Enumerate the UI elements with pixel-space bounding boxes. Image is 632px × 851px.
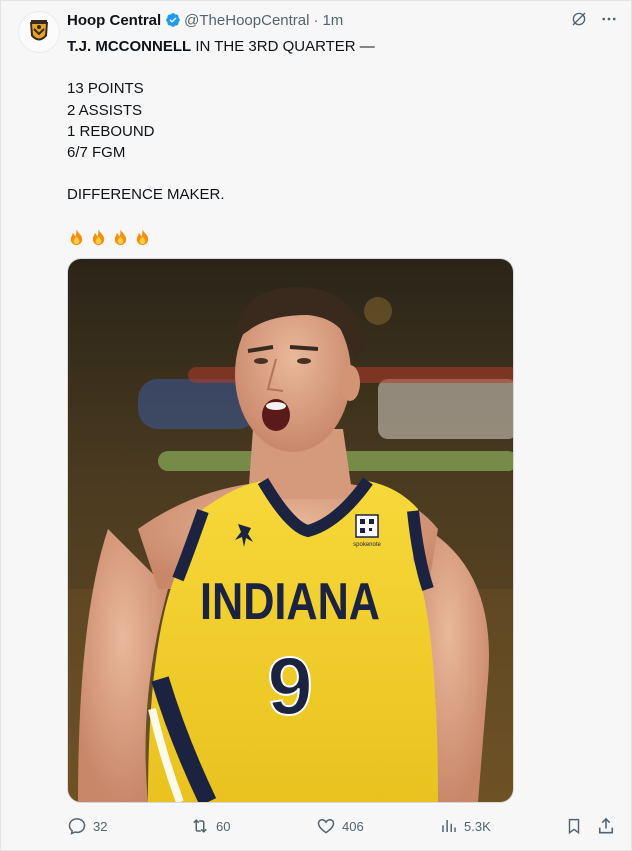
- more-options-icon[interactable]: [600, 10, 618, 28]
- tweet-media-photo[interactable]: spokenote 3Q INDIANA 9: [67, 258, 514, 803]
- author-handle[interactable]: @TheHoopCentral: [184, 12, 309, 29]
- jersey-number: 9: [267, 641, 313, 732]
- author-name[interactable]: Hoop Central: [67, 12, 161, 29]
- sponsor-label: spokenote: [353, 542, 381, 548]
- fire-emoji-icon: [114, 228, 127, 245]
- fire-emoji-icon: [70, 228, 83, 245]
- fire-emoji-icon: [136, 228, 149, 245]
- header-actions: [570, 10, 618, 28]
- bookmark-icon: [568, 818, 580, 835]
- tweet-closing-line: DIFFERENCE MAKER.: [67, 186, 225, 204]
- reply-count: 32: [93, 818, 108, 834]
- hoop-central-logo: [30, 20, 48, 41]
- jersey-wordmark: INDIANA: [200, 573, 380, 631]
- stat-rebounds: 1 REBOUND: [67, 122, 155, 140]
- tweet-header: Hoop Central @TheHoopCentral · 1m: [67, 10, 343, 30]
- jersey-patch: 3Q: [378, 492, 390, 502]
- fire-emoji-icon: [92, 228, 105, 245]
- views-button[interactable]: 5.3K: [440, 815, 491, 837]
- repost-icon: [193, 819, 207, 833]
- player-name[interactable]: T.J. MCCONNELL: [67, 38, 191, 55]
- like-count: 406: [342, 818, 364, 834]
- views-icon: [442, 820, 456, 832]
- share-icon: [598, 817, 614, 834]
- tweet-text: T.J. MCCONNELL IN THE 3RD QUARTER — 13 P…: [67, 36, 587, 248]
- player-photo: spokenote 3Q INDIANA 9: [68, 259, 513, 802]
- tweet-action-bar: 32 60 406 5.3K: [0, 815, 632, 837]
- like-button[interactable]: 406: [316, 815, 364, 837]
- fire-emoji-row: [67, 227, 587, 248]
- view-count: 5.3K: [464, 818, 491, 834]
- share-button[interactable]: [596, 815, 616, 837]
- repost-button[interactable]: 60: [190, 815, 230, 837]
- repost-count: 60: [216, 818, 231, 834]
- heart-icon: [317, 818, 335, 834]
- verified-badge-icon: [166, 13, 181, 27]
- tweet-line-1: T.J. MCCONNELL IN THE 3RD QUARTER —: [67, 38, 375, 55]
- avatar[interactable]: [18, 11, 60, 53]
- bookmark-button[interactable]: [565, 815, 583, 837]
- post-time[interactable]: 1m: [322, 12, 343, 29]
- reply-icon: [68, 818, 86, 835]
- grok-icon[interactable]: [570, 10, 588, 28]
- stat-points: 13 POINTS: [67, 80, 144, 98]
- reply-button[interactable]: 32: [67, 815, 107, 837]
- separator-dot: ·: [313, 11, 319, 29]
- stat-fgm: 6/7 FGM: [67, 143, 126, 161]
- stat-assists: 2 ASSISTS: [67, 101, 143, 119]
